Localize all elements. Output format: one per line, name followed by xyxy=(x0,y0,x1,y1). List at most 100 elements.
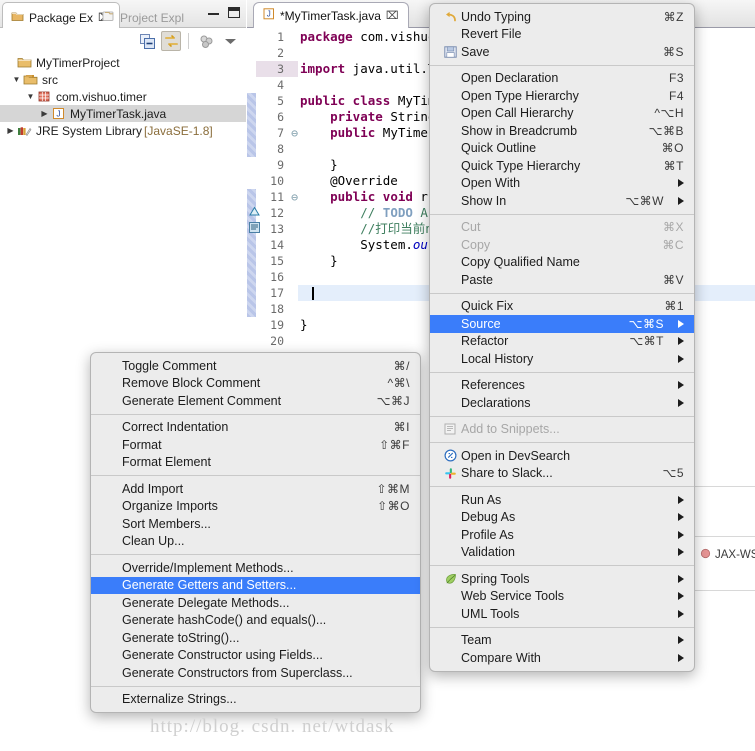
expand-arrow[interactable]: ▶ xyxy=(4,126,17,135)
minimize-icon[interactable] xyxy=(208,11,219,15)
fold-toggle[interactable]: ⊖ xyxy=(291,189,298,205)
menu-item-format[interactable]: Format ⇧⌘F xyxy=(91,436,420,454)
folding-gutter[interactable]: ⊖ ⊖ xyxy=(286,29,298,359)
menu-item-format-element[interactable]: Format Element xyxy=(91,454,420,472)
menu-item-team[interactable]: Team xyxy=(430,632,694,650)
line-number: 14 xyxy=(270,238,284,252)
menu-item-generate-hashcode-equals[interactable]: Generate hashCode() and equals()... xyxy=(91,612,420,630)
focus-icon[interactable] xyxy=(196,31,216,51)
menu-item-label: Compare With xyxy=(461,650,541,665)
tree-item-package[interactable]: ▼ com.vishuo.timer xyxy=(0,88,246,105)
menu-item-references[interactable]: References xyxy=(430,377,694,395)
source-submenu[interactable]: Toggle Comment ⌘/ Remove Block Comment ^… xyxy=(90,352,421,713)
menu-item-label: Open Type Hierarchy xyxy=(461,88,579,103)
menu-item-add-import[interactable]: Add Import ⇧⌘M xyxy=(91,480,420,498)
menu-item-generate-getters-and-setters[interactable]: Generate Getters and Setters... xyxy=(91,576,420,594)
menu-item-open-in-devsearch[interactable]: Open in DevSearch xyxy=(430,447,694,465)
expand-arrow[interactable]: ▼ xyxy=(10,75,23,84)
menu-item-show-in[interactable]: Show In ⌥⌘W xyxy=(430,192,694,210)
menu-item-label: Declarations xyxy=(461,395,531,410)
menu-item-quick-fix[interactable]: Quick Fix ⌘1 xyxy=(430,298,694,316)
menu-item-override-implement-methods[interactable]: Override/Implement Methods... xyxy=(91,559,420,577)
menu-item-refactor[interactable]: Refactor ⌥⌘T xyxy=(430,333,694,351)
menu-item-copy-qualified-name[interactable]: Copy Qualified Name xyxy=(430,254,694,272)
project-icon xyxy=(102,10,115,25)
menu-item-quick-type-hierarchy[interactable]: Quick Type Hierarchy ⌘T xyxy=(430,157,694,175)
menu-separator xyxy=(430,565,694,566)
menu-item-declarations[interactable]: Declarations xyxy=(430,394,694,412)
expand-arrow[interactable]: ▼ xyxy=(24,92,37,101)
view-menu-icon[interactable] xyxy=(220,31,240,51)
submenu-arrow-icon xyxy=(678,530,684,539)
menu-item-correct-indentation[interactable]: Correct Indentation ⌘I xyxy=(91,419,420,437)
collapse-all-icon[interactable] xyxy=(137,31,157,51)
menu-item-share-to-slack[interactable]: Share to Slack... ⌥5 xyxy=(430,465,694,483)
line-number: 1 xyxy=(277,30,284,44)
line-number: 6 xyxy=(277,110,284,124)
menu-item-organize-imports[interactable]: Organize Imports ⇧⌘O xyxy=(91,498,420,516)
menu-item-revert-file[interactable]: Revert File xyxy=(430,26,694,44)
menu-item-label: Generate Delegate Methods... xyxy=(122,595,290,610)
close-icon[interactable]: ⌧ xyxy=(386,9,399,22)
menu-item-open-with[interactable]: Open With xyxy=(430,175,694,193)
java-file-icon: J xyxy=(51,107,66,121)
submenu-arrow-icon xyxy=(678,319,684,328)
menu-item-sort-members[interactable]: Sort Members... xyxy=(91,515,420,533)
menu-item-open-call-hierarchy[interactable]: Open Call Hierarchy ^⌥H xyxy=(430,105,694,123)
menu-item-local-history[interactable]: Local History xyxy=(430,350,694,368)
menu-item-spring-tools[interactable]: Spring Tools xyxy=(430,570,694,588)
java-file-icon: J xyxy=(263,8,275,23)
menu-item-quick-outline[interactable]: Quick Outline ⌘O xyxy=(430,140,694,158)
menu-item-generate-constructor-using-fields[interactable]: Generate Constructor using Fields... xyxy=(91,647,420,665)
menu-item-remove-block-comment[interactable]: Remove Block Comment ^⌘\ xyxy=(91,375,420,393)
menu-item-shortcut: ⌥⌘W xyxy=(625,193,664,208)
explorer-tab-bar: Package Ex ⌧ Project Expl xyxy=(0,0,246,28)
submenu-arrow-icon xyxy=(678,653,684,662)
menu-item-shortcut: ⇧⌘F xyxy=(379,437,410,452)
menu-item-generate-tostring[interactable]: Generate toString()... xyxy=(91,629,420,647)
link-with-editor-icon[interactable] xyxy=(161,31,181,51)
tab-mytimertask-java[interactable]: J *MyTimerTask.java ⌧ xyxy=(253,2,409,28)
submenu-arrow-icon xyxy=(678,398,684,407)
expand-arrow[interactable]: ▶ xyxy=(38,109,51,118)
editor-context-menu[interactable]: Undo Typing ⌘Z Revert File Save ⌘S Open … xyxy=(429,3,695,672)
menu-item-generate-constructors-from-superclass[interactable]: Generate Constructors from Superclass... xyxy=(91,664,420,682)
menu-item-label: UML Tools xyxy=(461,606,520,621)
menu-item-show-in-breadcrumb[interactable]: Show in Breadcrumb ⌥⌘B xyxy=(430,122,694,140)
menu-item-undo-typing[interactable]: Undo Typing ⌘Z xyxy=(430,8,694,26)
tree-item-label: src xyxy=(42,72,58,87)
submenu-arrow-icon xyxy=(678,513,684,522)
menu-item-shortcut: ⌥⌘T xyxy=(629,334,664,349)
menu-item-debug-as[interactable]: Debug As xyxy=(430,509,694,527)
tab-project-explorer[interactable]: Project Expl xyxy=(96,4,190,28)
menu-item-label: Add Import xyxy=(122,481,184,496)
menu-item-run-as[interactable]: Run As xyxy=(430,491,694,509)
menu-item-compare-with[interactable]: Compare With xyxy=(430,649,694,667)
menu-item-validation[interactable]: Validation xyxy=(430,544,694,562)
package-explorer-panel: Package Ex ⌧ Project Expl xyxy=(0,0,246,330)
save-icon xyxy=(442,46,458,58)
tree-item-src[interactable]: ▼ src xyxy=(0,71,246,88)
fold-toggle[interactable]: ⊖ xyxy=(291,125,298,141)
menu-item-open-type-hierarchy[interactable]: Open Type Hierarchy F4 xyxy=(430,87,694,105)
menu-item-save[interactable]: Save ⌘S xyxy=(430,43,694,61)
maximize-icon[interactable] xyxy=(228,7,240,18)
menu-item-toggle-comment[interactable]: Toggle Comment ⌘/ xyxy=(91,357,420,375)
menu-item-paste[interactable]: Paste ⌘V xyxy=(430,271,694,289)
tree-item-mytimerproject[interactable]: MyTimerProject xyxy=(0,54,246,71)
submenu-arrow-icon xyxy=(678,337,684,346)
menu-item-web-service-tools[interactable]: Web Service Tools xyxy=(430,588,694,606)
project-tree: MyTimerProject ▼ src ▼ com.vishuo.timer xyxy=(0,54,246,139)
menu-item-profile-as[interactable]: Profile As xyxy=(430,526,694,544)
jax-ws-entry[interactable]: JAX-WS A xyxy=(700,548,755,562)
menu-item-source[interactable]: Source ⌥⌘S xyxy=(430,315,694,333)
menu-item-open-declaration[interactable]: Open Declaration F3 xyxy=(430,70,694,88)
menu-item-shortcut: ⌥5 xyxy=(662,466,684,481)
menu-item-externalize-strings[interactable]: Externalize Strings... xyxy=(91,691,420,709)
menu-item-uml-tools[interactable]: UML Tools xyxy=(430,605,694,623)
tree-item-jre-system-library[interactable]: ▶ JRE System Library [JavaSE-1.8] xyxy=(0,122,246,139)
menu-item-generate-element-comment[interactable]: Generate Element Comment ⌥⌘J xyxy=(91,392,420,410)
tree-item-mytimertask-java[interactable]: ▶ J MyTimerTask.java xyxy=(0,105,246,122)
menu-item-clean-up[interactable]: Clean Up... xyxy=(91,533,420,551)
menu-item-generate-delegate-methods[interactable]: Generate Delegate Methods... xyxy=(91,594,420,612)
